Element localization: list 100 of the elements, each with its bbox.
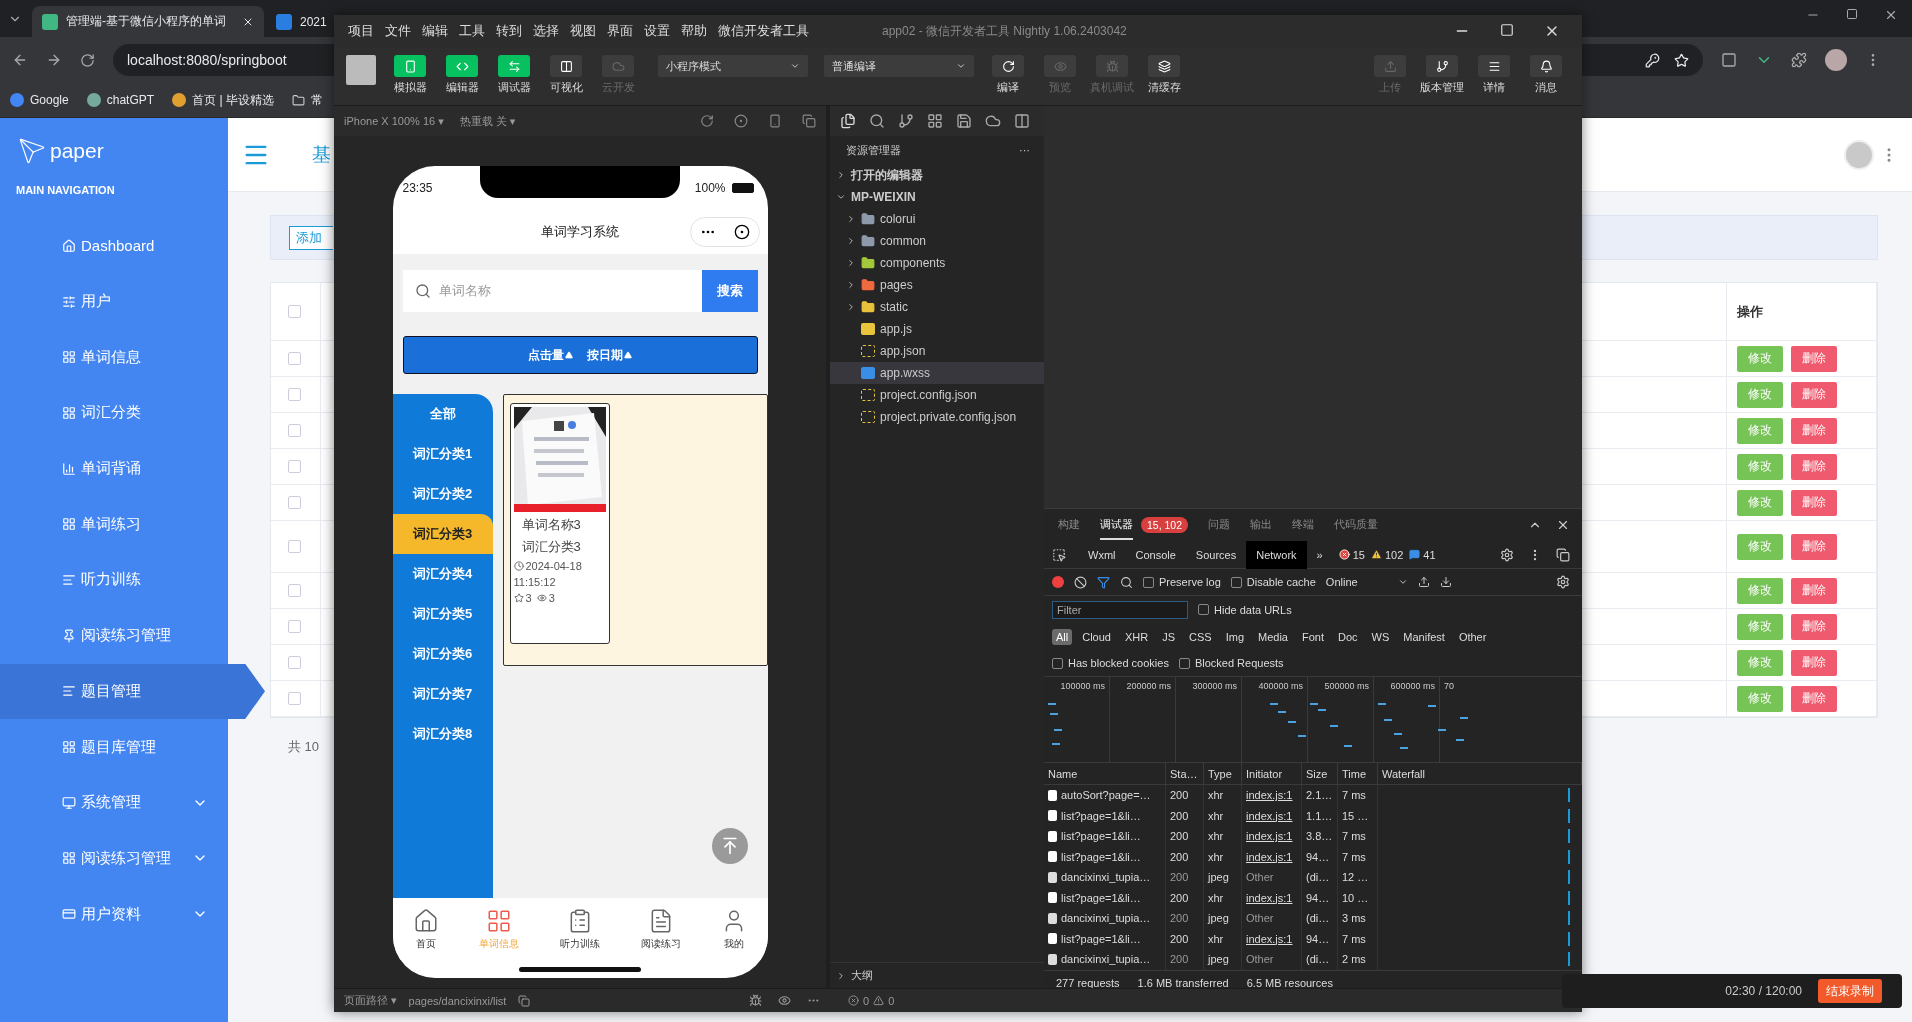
toolbar-button[interactable]: 调试器 [490,55,538,95]
tab-bar-item[interactable]: 首页 [412,907,439,951]
search-button[interactable]: 搜索 [701,270,758,312]
category-item[interactable]: 词汇分类6 [392,634,493,674]
nav-item[interactable]: 词汇分类 [0,385,228,441]
request-name[interactable]: list?page=1&li… [1061,850,1141,863]
checkbox[interactable] [288,305,301,318]
profile-avatar[interactable] [1825,49,1847,71]
panel-tab[interactable]: 终端 [1292,510,1315,540]
toolbar-button[interactable]: 模拟器 [386,55,434,95]
checkbox[interactable] [288,584,301,597]
dock-icon[interactable] [1556,547,1570,562]
checkbox[interactable] [288,692,301,705]
type-filter[interactable]: XHR [1121,628,1153,645]
column-header[interactable]: Sta… [1166,763,1204,785]
category-item[interactable]: 词汇分类7 [392,674,493,714]
panel-tab[interactable]: 输出 [1250,510,1273,540]
device-select[interactable]: iPhone X 100% 16 ▾ [344,114,444,128]
menu-item[interactable]: 帮助 [681,22,707,40]
type-filter[interactable]: CSS [1185,628,1216,645]
record-icon[interactable] [1052,576,1064,588]
mode-select[interactable]: 小程序模式 [658,55,808,77]
initiator-link[interactable]: index.js:1 [1242,785,1302,806]
initiator-link[interactable]: index.js:1 [1242,826,1302,847]
key-icon[interactable] [1645,52,1660,68]
toolbar-button[interactable]: 可视化 [542,55,590,95]
column-header[interactable]: Size [1302,763,1338,785]
type-filter[interactable]: Other [1454,628,1491,645]
grid-icon[interactable] [927,113,943,129]
file-tree-item[interactable]: project.private.config.json [830,406,1044,428]
nav-item[interactable]: 用户 [0,273,228,330]
nav-item[interactable]: 题目库管理 [0,719,228,775]
filter-icon[interactable] [1097,575,1110,589]
type-filter[interactable]: Img [1221,628,1249,645]
toolbar-button[interactable]: 编译 [984,55,1032,95]
eye-icon[interactable] [778,994,791,1007]
toolbar-button[interactable]: 消息 [1522,55,1570,95]
nav-item[interactable]: 单词练习 [0,496,228,553]
menu-item[interactable]: 编辑 [422,22,448,40]
phone-icon[interactable] [768,114,782,128]
nav-item[interactable]: 听力训练 [0,552,228,608]
bookmark[interactable]: 首页 | 毕设精选 [172,91,274,109]
nav-item[interactable]: 题目管理 [0,663,265,720]
file-tree-item[interactable]: app.json [830,340,1044,362]
files-icon[interactable] [840,113,856,129]
menu-item[interactable]: 界面 [607,22,633,40]
nav-item[interactable]: 单词背诵 [0,440,228,497]
file-tree-item[interactable]: project.config.json [830,384,1044,406]
hide-data-urls-checkbox[interactable]: Hide data URLs [1198,603,1292,616]
initiator-link[interactable]: index.js:1 [1242,887,1302,908]
devtools-tab[interactable]: Network [1246,540,1307,569]
type-filter[interactable]: Manifest [1399,628,1449,645]
request-name[interactable]: dancixinxi_tupia… [1061,953,1151,966]
preserve-log-checkbox[interactable]: Preserve log [1143,576,1221,588]
menu-item[interactable]: 工具 [459,22,485,40]
close-icon[interactable] [1556,518,1570,532]
tab-bar-item[interactable]: 阅读练习 [640,907,681,951]
request-name[interactable]: dancixinxi_tupia… [1061,912,1151,925]
file-tree-item[interactable]: static [830,296,1044,318]
clear-icon[interactable] [1074,575,1087,589]
nav-item[interactable]: 用户资料 [0,886,228,942]
bug-icon[interactable] [749,994,762,1007]
category-item[interactable]: 词汇分类3 [392,514,493,554]
search-icon[interactable] [869,113,885,129]
browser-tab[interactable]: 2021 [266,6,337,37]
checkbox[interactable] [288,496,301,509]
column-header[interactable]: Name [1044,763,1166,785]
nav-item[interactable]: 阅读练习管理 [0,830,228,887]
menu-item[interactable]: 微信开发者工具 [718,22,809,40]
branch-icon[interactable] [898,113,914,129]
request-name[interactable]: list?page=1&li… [1061,932,1141,945]
category-item[interactable]: 全部 [392,394,493,434]
type-filter[interactable]: Font [1298,628,1328,645]
column-header[interactable]: Time [1338,763,1378,785]
file-tree-item[interactable]: pages [830,274,1044,296]
column-header[interactable]: Initiator [1242,763,1302,785]
toolbar-button[interactable]: 清缓存 [1140,55,1188,95]
panel-tab[interactable]: 问题 [1208,510,1231,540]
initiator-link[interactable]: index.js:1 [1242,846,1302,867]
bookmark-star-icon[interactable] [1674,52,1689,68]
type-filter[interactable]: JS [1158,628,1180,645]
category-item[interactable]: 词汇分类1 [392,434,493,474]
checkbox[interactable] [288,352,301,365]
sort-button[interactable]: 点击量 [528,346,573,364]
disable-cache-checkbox[interactable]: Disable cache [1230,576,1316,588]
word-card[interactable]: 单词名称3 词汇分类3 2024-04-18 11:15:12 3 3 [509,403,610,644]
toolbar-button[interactable]: 编辑器 [438,55,486,95]
nav-item[interactable]: 单词信息 [0,329,228,386]
throttle-select[interactable]: Online [1325,576,1408,588]
category-item[interactable]: 词汇分类5 [392,594,493,634]
file-tree-item[interactable]: common [830,230,1044,252]
tab-bar-item[interactable]: 我的 [721,907,748,951]
hot-reload-select[interactable]: 热重载 关 ▾ [459,113,516,129]
request-name[interactable]: list?page=1&li… [1061,830,1141,843]
checkbox[interactable] [288,540,301,553]
menu-item[interactable]: 项目 [348,22,374,40]
devtools-tab[interactable]: Console [1125,540,1186,569]
sort-button[interactable]: 按日期 [587,346,632,364]
more-tabs-button[interactable]: » [1306,540,1333,569]
panel-tab[interactable]: 构建 [1058,510,1080,540]
